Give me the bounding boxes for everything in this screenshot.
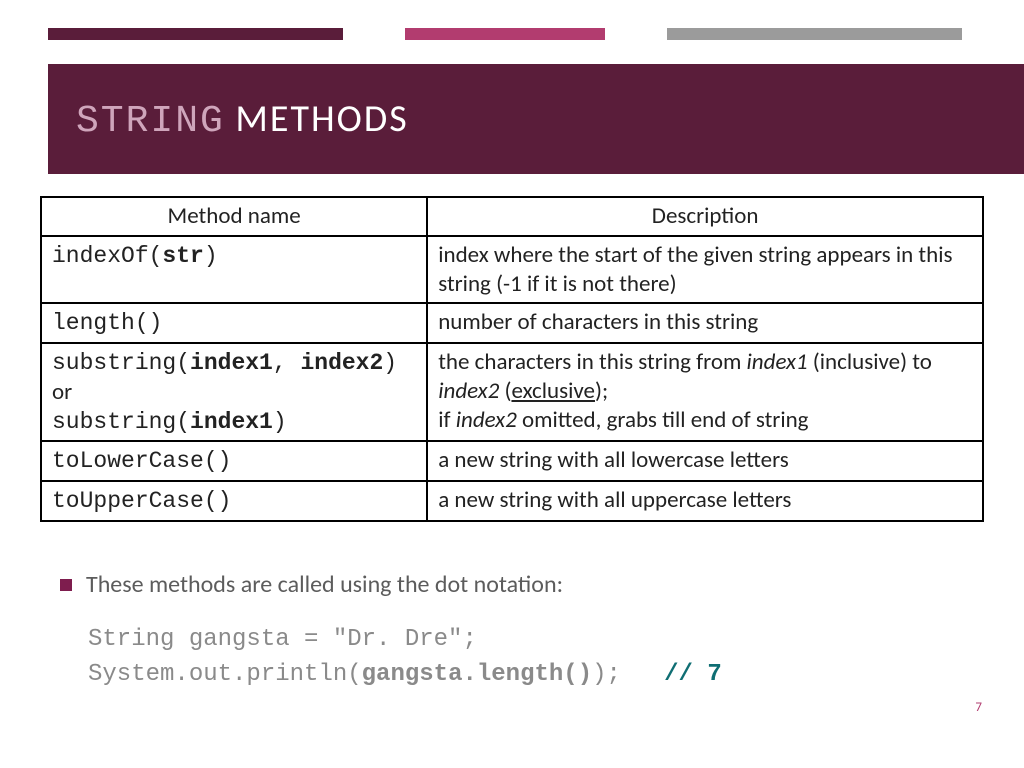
methods-table-container: Method name Description indexOf(str)inde… [40,196,984,522]
accent-gap [343,28,405,40]
methods-table: Method name Description indexOf(str)inde… [40,196,984,522]
table-row: length()number of characters in this str… [41,303,983,343]
code-sample: String gangsta = "Dr. Dre"; System.out.p… [88,623,984,693]
code-line-2-call: gangsta.length() [362,661,592,688]
bullet-text: These methods are called using the dot n… [86,570,563,599]
top-accent-bar [0,28,1024,40]
code-line-2-comment: // 7 [664,661,722,688]
col-description: Description [427,197,983,236]
cell-method: toLowerCase() [41,441,427,481]
table-row: toLowerCase()a new string with all lower… [41,441,983,481]
table-header-row: Method name Description [41,197,983,236]
accent-segment-gray [667,28,962,40]
slide-title-code: STRING [76,100,225,143]
cell-method: length() [41,303,427,343]
cell-method: toUpperCase() [41,481,427,521]
slide-body: These methods are called using the dot n… [60,570,984,693]
code-line-2-right: ); [592,661,664,688]
accent-segment-dark [48,28,343,40]
code-line-2-left: System.out.println( [88,661,362,688]
table-row: indexOf(str)index where the start of the… [41,236,983,304]
table-row: substring(index1, index2)orsubstring(ind… [41,343,983,441]
page-number: 7 [975,700,982,715]
slide-title-rest: METHODS [225,96,409,142]
col-method: Method name [41,197,427,236]
slide-title-band: STRING METHODS [48,64,1024,174]
slide-title: STRING METHODS [76,96,409,143]
bullet-point: These methods are called using the dot n… [60,570,984,599]
bullet-square-icon [60,579,72,591]
cell-description: a new string with all uppercase letters [427,481,983,521]
cell-description: index where the start of the given strin… [427,236,983,304]
code-line-1: String gangsta = "Dr. Dre"; [88,626,477,653]
table-row: toUpperCase()a new string with all upper… [41,481,983,521]
cell-method: substring(index1, index2)orsubstring(ind… [41,343,427,441]
cell-description: number of characters in this string [427,303,983,343]
accent-segment-pink [405,28,605,40]
cell-description: a new string with all lowercase letters [427,441,983,481]
slide: STRING METHODS Method name Description i… [0,0,1024,768]
cell-method: indexOf(str) [41,236,427,304]
accent-gap [605,28,667,40]
cell-description: the characters in this string from index… [427,343,983,441]
